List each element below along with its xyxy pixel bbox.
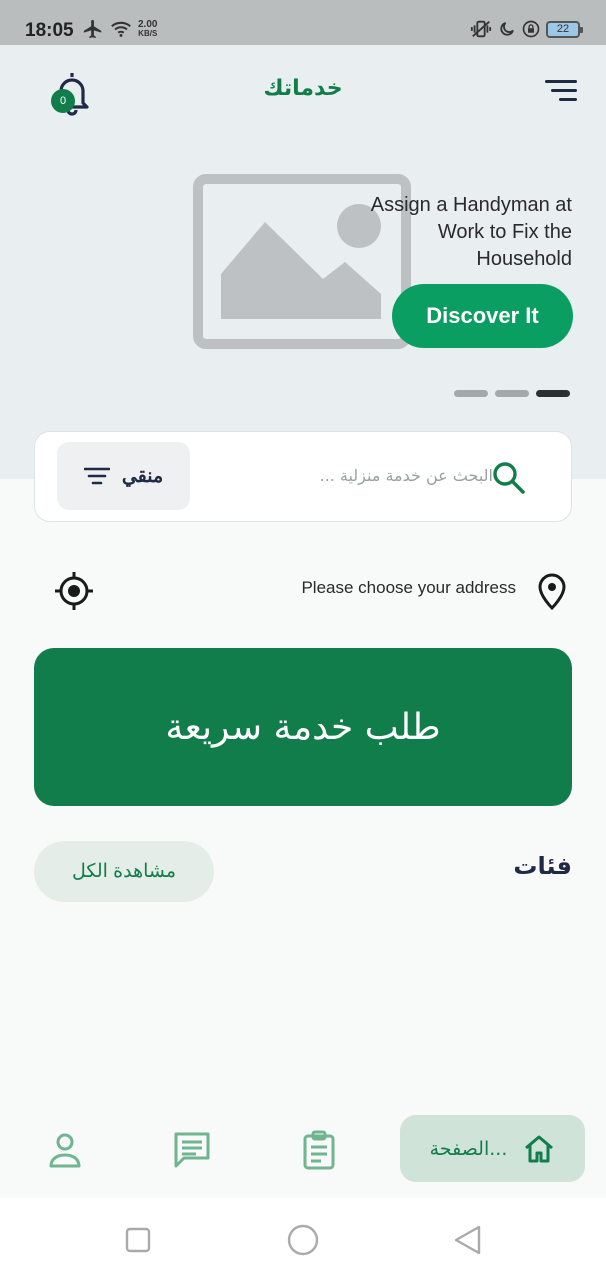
page-title: خدماتك (263, 76, 343, 101)
battery-indicator: 22 (546, 20, 583, 38)
network-speed: 2.00 KB/S (138, 19, 158, 39)
home-circle-icon[interactable] (285, 1222, 321, 1258)
notification-badge: 0 (51, 89, 75, 113)
filter-button[interactable]: منقي (57, 442, 190, 510)
recents-icon[interactable] (120, 1222, 156, 1258)
banner-text: Assign a Handyman at Work to Fix the Hou… (370, 194, 572, 270)
locate-target-icon[interactable] (54, 571, 94, 611)
menu-line-middle (551, 89, 577, 92)
home-icon (525, 1135, 554, 1162)
airplane-icon (83, 19, 102, 39)
menu-button[interactable] (541, 80, 577, 104)
search-input[interactable] (283, 460, 493, 490)
status-time: 18:05 (25, 20, 74, 41)
system-nav-bar (0, 1198, 606, 1280)
location-pin-icon (538, 573, 566, 610)
status-bar: 18:05 2.00 KB/S 22 (0, 0, 606, 45)
view-all-button[interactable]: مشاهدة الكل (34, 841, 214, 902)
discover-button[interactable]: Discover It (392, 284, 573, 348)
carousel-dot[interactable] (454, 390, 488, 397)
nav-home-label: الصفحة... (429, 1137, 508, 1160)
search-icon[interactable] (491, 460, 527, 496)
filter-icon (83, 467, 110, 485)
lock-circle-icon (522, 20, 540, 38)
network-speed-value: 2.00 (138, 19, 158, 30)
carousel-dots (454, 390, 570, 397)
nav-home-tab[interactable]: الصفحة... (400, 1115, 585, 1182)
menu-line-bottom (559, 98, 577, 101)
search-card: منقي (34, 431, 572, 522)
filter-label: منقي (121, 465, 164, 487)
back-triangle-icon[interactable] (450, 1222, 486, 1258)
moon-icon (500, 22, 514, 36)
messages-icon[interactable] (172, 1130, 212, 1170)
vibrate-icon (470, 20, 492, 38)
carousel-dot[interactable] (495, 390, 529, 397)
profile-icon[interactable] (45, 1130, 85, 1170)
status-left-icons: 2.00 KB/S (82, 18, 157, 40)
bottom-nav: الصفحة... (0, 1100, 606, 1198)
orders-icon[interactable] (299, 1130, 339, 1170)
carousel-dot-active[interactable] (536, 390, 570, 397)
menu-line-top (545, 80, 577, 83)
quick-service-button[interactable]: طلب خدمة سريعة (34, 648, 572, 806)
address-row[interactable]: Please choose your address (34, 566, 572, 616)
wifi-icon (111, 21, 131, 37)
network-speed-unit: KB/S (138, 29, 158, 38)
categories-title: فئات (513, 852, 572, 880)
address-text[interactable]: Please choose your address (234, 578, 516, 598)
status-right-icons: 22 (470, 19, 583, 39)
